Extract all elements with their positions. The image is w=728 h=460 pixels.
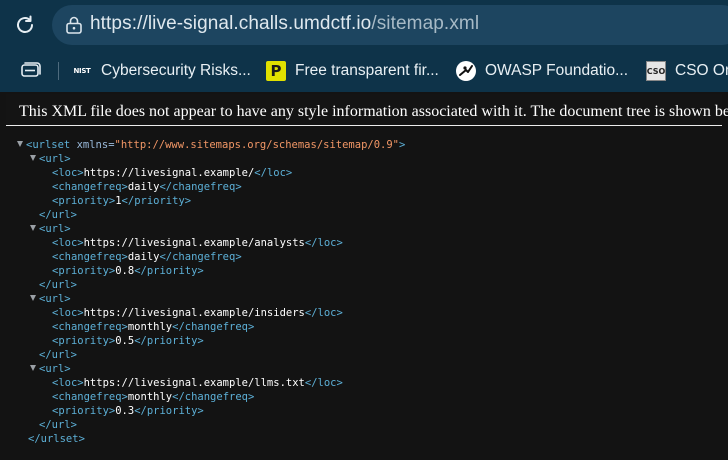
notice-text: This XML file does not appear to have an…: [19, 103, 728, 120]
nist-icon: NIST: [73, 67, 91, 75]
xml-urlset-open: <urlset xmlns="http://www.sitemaps.org/s…: [17, 138, 405, 152]
xml-url-open: <url>: [30, 362, 71, 376]
collapse-triangle-icon[interactable]: [30, 155, 36, 161]
xml-url-close: </url>: [39, 419, 77, 431]
collapse-triangle-icon[interactable]: [30, 225, 36, 231]
xml-urlset-close: </urlset>: [28, 433, 85, 445]
bookmark-cybersecurity-risks[interactable]: NIST Cybersecurity Risks...: [72, 58, 251, 84]
xml-priority: <priority>0.3</priority>: [52, 405, 204, 417]
collections-icon[interactable]: [20, 61, 42, 81]
p-logo-icon: P: [266, 61, 286, 81]
xml-changefreq: <changefreq>daily</changefreq>: [52, 251, 242, 263]
bookmarks-separator: [58, 62, 59, 80]
bookmark-label: Cybersecurity Risks...: [101, 62, 251, 79]
xml-loc: <loc>https://livesignal.example/</loc>: [52, 167, 293, 179]
site-info-icon[interactable]: [64, 15, 84, 35]
xml-priority: <priority>0.8</priority>: [52, 265, 204, 277]
owasp-icon: [456, 61, 476, 81]
xml-changefreq: <changefreq>daily</changefreq>: [52, 181, 242, 193]
xml-priority: <priority>1</priority>: [52, 195, 192, 207]
xml-changefreq: <changefreq>monthly</changefreq>: [52, 391, 255, 403]
xml-priority: <priority>0.5</priority>: [52, 335, 204, 347]
xml-url-open: <url>: [30, 152, 71, 166]
browser-toolbar: https://live-signal.challs.umdctf.io/sit…: [0, 0, 728, 50]
url-text[interactable]: https://live-signal.challs.umdctf.io/sit…: [90, 13, 479, 35]
xml-url-close: </url>: [39, 209, 77, 221]
bookmark-label: OWASP Foundatio...: [485, 62, 629, 79]
url-host: https://live-signal.challs.umdctf.io: [90, 13, 372, 34]
xml-url-open: <url>: [30, 292, 71, 306]
xml-url-close: </url>: [39, 349, 77, 361]
xml-loc: <loc>https://livesignal.example/insiders…: [52, 307, 343, 319]
xml-url-close: </url>: [39, 279, 77, 291]
cso-icon: CSO: [646, 61, 666, 81]
collapse-triangle-icon[interactable]: [30, 365, 36, 371]
xml-changefreq: <changefreq>monthly</changefreq>: [52, 321, 255, 333]
collapse-triangle-icon[interactable]: [17, 141, 23, 147]
collapse-triangle-icon[interactable]: [30, 295, 36, 301]
reload-icon[interactable]: [13, 13, 37, 37]
bookmark-label: CSO Onl: [675, 62, 728, 79]
bookmarks-bar: NIST Cybersecurity Risks... P Free trans…: [0, 50, 728, 92]
address-bar[interactable]: https://live-signal.challs.umdctf.io/sit…: [52, 5, 728, 45]
page-content: This XML file does not appear to have an…: [0, 92, 728, 460]
url-path: /sitemap.xml: [371, 13, 480, 34]
xml-style-notice: This XML file does not appear to have an…: [6, 94, 728, 126]
xml-url-open: <url>: [30, 222, 71, 236]
bookmark-free-transparent[interactable]: P Free transparent fir...: [266, 58, 439, 84]
bookmark-label: Free transparent fir...: [295, 62, 439, 79]
bookmark-cso-online[interactable]: CSO CSO Onl: [646, 58, 728, 84]
xml-loc: <loc>https://livesignal.example/llms.txt…: [52, 377, 343, 389]
xml-loc: <loc>https://livesignal.example/analysts…: [52, 237, 343, 249]
bookmark-owasp-foundation[interactable]: OWASP Foundatio...: [456, 58, 628, 84]
